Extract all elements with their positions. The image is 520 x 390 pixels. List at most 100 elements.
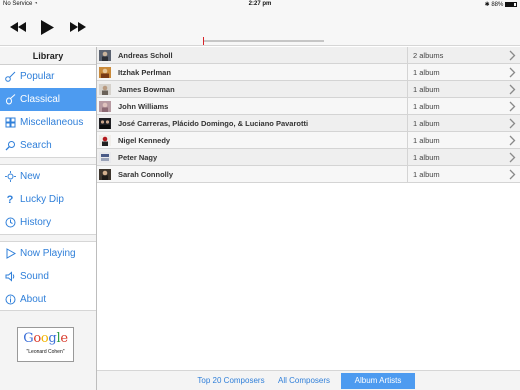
chevron-right-icon <box>509 169 516 180</box>
album-count: 1 album <box>413 68 440 77</box>
table-row[interactable]: John Williams 1 album <box>97 98 520 115</box>
artist-thumbnail <box>99 152 111 163</box>
sidebar-item-label: Search <box>20 140 52 151</box>
chevron-right-icon <box>509 135 516 146</box>
play-button[interactable] <box>38 17 56 37</box>
status-bar: No Service ◔ 2:27 pm ✱ 88% <box>0 0 520 10</box>
sidebar-item-lucky-dip[interactable]: ? Lucky Dip <box>0 188 96 211</box>
list-empty-area <box>97 183 520 370</box>
sidebar-item-label: Now Playing <box>20 248 76 259</box>
sidebar-item-miscellaneous[interactable]: Miscellaneous <box>0 111 96 134</box>
table-row[interactable]: Sarah Connolly 1 album <box>97 166 520 183</box>
sidebar-item-sound[interactable]: Sound <box>0 265 96 288</box>
rewind-icon <box>10 22 26 32</box>
column-divider <box>407 132 408 149</box>
sidebar-item-label: Lucky Dip <box>20 194 64 205</box>
rewind-button[interactable] <box>8 17 28 37</box>
sidebar-divider <box>0 157 96 165</box>
artist-name: John Williams <box>118 102 169 111</box>
artist-name: José Carreras, Plácido Domingo, & Lucian… <box>118 119 309 128</box>
tab-all-composers[interactable]: All Composers <box>273 373 335 389</box>
artist-name: Andreas Scholl <box>118 51 173 60</box>
clock-text: 2:27 pm <box>248 1 272 7</box>
sidebar-item-label: History <box>20 217 52 228</box>
speaker-icon <box>4 271 16 283</box>
sidebar-item-search[interactable]: Search <box>0 134 96 157</box>
album-count: 1 album <box>413 153 440 162</box>
bluetooth-icon: ✱ <box>484 2 490 8</box>
google-promo-caption: "Leonard Cohen" <box>26 349 65 355</box>
table-row[interactable]: James Bowman 1 album <box>97 81 520 98</box>
question-icon: ? <box>6 193 14 206</box>
violin-icon <box>4 94 16 106</box>
chevron-right-icon <box>509 67 516 78</box>
sidebar-item-label: Classical <box>20 94 61 105</box>
sidebar-item-history[interactable]: History <box>0 211 96 234</box>
artist-thumbnail <box>99 67 111 78</box>
table-row[interactable]: Andreas Scholl 2 albums <box>97 47 520 64</box>
transport-toolbar <box>0 10 520 46</box>
sidebar-item-now-playing[interactable]: Now Playing <box>0 242 96 265</box>
sidebar-header: Library <box>0 47 96 65</box>
tab-album-artists[interactable]: Album Artists <box>341 373 415 389</box>
google-logo: Google <box>23 331 68 346</box>
column-divider <box>407 98 408 115</box>
progress-track[interactable] <box>203 40 324 42</box>
sidebar-item-classical[interactable]: Classical <box>0 88 96 111</box>
progress-marker[interactable] <box>203 37 204 45</box>
column-divider <box>407 64 408 81</box>
sidebar-item-about[interactable]: About <box>0 288 96 311</box>
sidebar-item-new[interactable]: New <box>0 165 96 188</box>
battery-icon <box>505 2 517 7</box>
play-icon <box>40 19 54 35</box>
tab-top-20-composers[interactable]: Top 20 Composers <box>192 373 270 389</box>
table-row[interactable]: Itzhak Perlman 1 album <box>97 64 520 81</box>
sidebar-item-label: Popular <box>20 71 55 82</box>
clock-icon <box>4 217 16 229</box>
column-divider <box>407 149 408 166</box>
album-count: 1 album <box>413 119 440 128</box>
table-row[interactable]: José Carreras, Plácido Domingo, & Lucian… <box>97 115 520 132</box>
column-divider <box>407 47 408 64</box>
fast-forward-icon <box>70 22 86 32</box>
artist-thumbnail <box>99 50 111 61</box>
sidebar-divider <box>0 234 96 242</box>
chevron-right-icon <box>509 101 516 112</box>
artist-name: Nigel Kennedy <box>118 136 171 145</box>
grid-icon <box>4 117 16 129</box>
table-row[interactable]: Peter Nagy 1 album <box>97 149 520 166</box>
album-artists-list: Andreas Scholl 2 albums Itzhak Perlman 1… <box>97 47 520 183</box>
album-count: 2 albums <box>413 51 444 60</box>
google-search-promo[interactable]: Google "Leonard Cohen" <box>17 327 74 362</box>
sidebar-item-label: Sound <box>20 271 49 282</box>
bottom-tab-bar: Top 20 Composers All Composers Album Art… <box>97 370 520 390</box>
info-icon <box>4 294 16 306</box>
fast-forward-button[interactable] <box>68 17 88 37</box>
sidebar-item-label: New <box>20 171 41 182</box>
column-divider <box>407 115 408 132</box>
chevron-right-icon <box>509 84 516 95</box>
table-row[interactable]: Nigel Kennedy 1 album <box>97 132 520 149</box>
sidebar-item-popular[interactable]: Popular <box>0 65 96 88</box>
artist-name: James Bowman <box>118 85 175 94</box>
chevron-right-icon <box>509 118 516 129</box>
column-divider <box>407 166 408 183</box>
artist-name: Sarah Connolly <box>118 170 174 179</box>
album-count: 1 album <box>413 85 440 94</box>
search-icon <box>4 140 16 152</box>
sidebar-item-label: About <box>20 294 47 305</box>
artist-thumbnail <box>99 84 111 95</box>
chevron-right-icon <box>509 50 516 61</box>
battery-status: ✱ 88% <box>485 1 517 8</box>
library-sidebar: Library Popular Classical Miscellaneous … <box>0 47 97 390</box>
artist-thumbnail <box>99 135 111 146</box>
artist-thumbnail <box>99 118 111 129</box>
artist-name: Itzhak Perlman <box>118 68 171 77</box>
column-divider <box>407 81 408 98</box>
sidebar-item-label: Miscellaneous <box>20 117 84 128</box>
artist-name: Peter Nagy <box>118 153 158 162</box>
guitar-icon <box>4 71 16 83</box>
artist-thumbnail <box>99 101 111 112</box>
play-icon <box>4 248 16 260</box>
album-count: 1 album <box>413 170 440 179</box>
